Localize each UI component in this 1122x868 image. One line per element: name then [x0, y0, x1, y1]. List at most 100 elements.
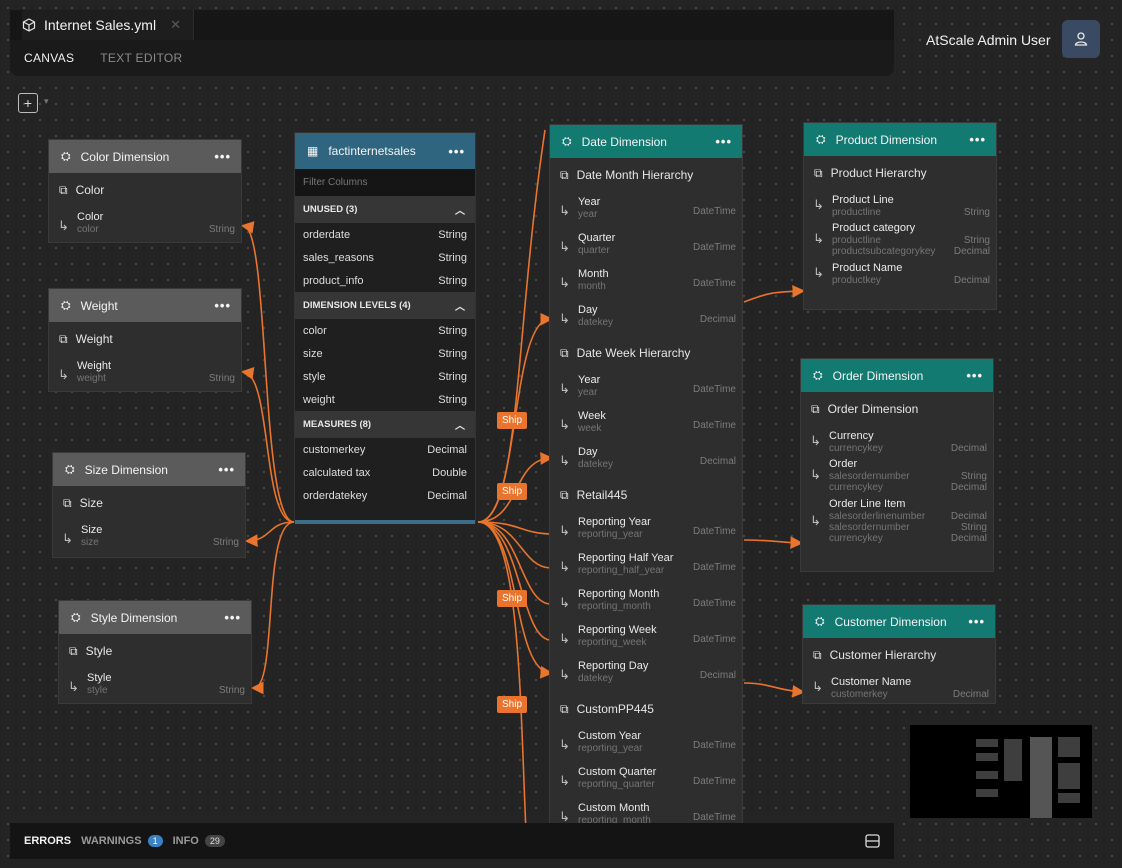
- more-icon[interactable]: •••: [224, 610, 241, 625]
- dimension-icon: ⛭: [562, 134, 572, 148]
- section-measures[interactable]: MEASURES (8) ︿: [295, 411, 475, 438]
- more-icon[interactable]: •••: [448, 144, 465, 159]
- ship-role-label[interactable]: Ship: [497, 696, 528, 713]
- column-row[interactable]: sales_reasons String: [295, 246, 475, 269]
- hierarchy-row[interactable]: ⧉ Date Week Hierarchy: [550, 336, 742, 370]
- hierarchy-row[interactable]: ⧉ Weight: [49, 322, 241, 356]
- level-row[interactable]: ↳ Week week DateTime: [550, 406, 742, 442]
- date-dimension-card[interactable]: ⛭ Date Dimension ••• ⧉ Date Month Hierarc…: [549, 124, 743, 824]
- card-header[interactable]: ⛭ Product Dimension •••: [804, 123, 996, 156]
- hierarchy-row[interactable]: ⧉ Style: [59, 634, 251, 668]
- column-row[interactable]: customerkey Decimal: [295, 438, 475, 461]
- level-row[interactable]: ↳ Product Line productline String: [804, 190, 996, 218]
- column-row[interactable]: weight String: [295, 388, 475, 411]
- hierarchy-row[interactable]: ⧉ Product Hierarchy: [804, 156, 996, 190]
- add-button[interactable]: +: [18, 93, 38, 113]
- level-row[interactable]: ↳ Day datekey Decimal: [550, 300, 742, 336]
- level-row[interactable]: ↳ Reporting Week reporting_week DateTime: [550, 620, 742, 656]
- level-row[interactable]: ↳ Order salesordernumber String currencykey D…: [801, 454, 993, 494]
- level-type: String: [218, 685, 245, 696]
- level-row[interactable]: ↳ Product category productline String produc…: [804, 218, 996, 258]
- level-row[interactable]: ↳ Day datekey Decimal: [550, 442, 742, 478]
- hierarchy-row[interactable]: ⧉ Date Month Hierarchy: [550, 158, 742, 192]
- level-row[interactable]: ↳ Size size String: [53, 520, 245, 556]
- column-row[interactable]: orderdatekey Decimal: [295, 484, 475, 507]
- color-dimension-card[interactable]: ⛭ Color Dimension ••• ⧉ Color ↳ Color col…: [48, 139, 242, 243]
- level-row[interactable]: ↳ Weight weight String: [49, 356, 241, 392]
- fact-table-card[interactable]: ▦ factinternetsales ••• Filter Columns U…: [294, 132, 476, 524]
- column-row[interactable]: color String: [295, 319, 475, 342]
- dimension-icon: ⛭: [61, 149, 71, 163]
- level-row[interactable]: ↳ Custom Quarter reporting_quarter DateTime: [550, 762, 742, 798]
- hierarchy-row[interactable]: ⧉ Retail445: [550, 478, 742, 512]
- level-column: style: [87, 685, 108, 696]
- hierarchy-row[interactable]: ⧉ Customer Hierarchy: [803, 638, 995, 672]
- info-tab[interactable]: INFO: [173, 835, 199, 847]
- level-row[interactable]: ↳ Year year DateTime: [550, 370, 742, 406]
- ship-role-label[interactable]: Ship: [497, 483, 528, 500]
- ship-role-label[interactable]: Ship: [497, 412, 528, 429]
- level-row[interactable]: ↳ Custom Year reporting_year DateTime: [550, 726, 742, 762]
- column-row[interactable]: calculated tax Double: [295, 461, 475, 484]
- order-dimension-card[interactable]: ⛭ Order Dimension ••• ⧉ Order Dimension ↳ C…: [800, 358, 994, 572]
- errors-tab[interactable]: ERRORS: [24, 835, 71, 847]
- more-icon[interactable]: •••: [214, 298, 231, 313]
- add-caret-icon[interactable]: ▾: [44, 96, 49, 107]
- style-dimension-card[interactable]: ⛭ Style Dimension ••• ⧉ Style ↳ Style sty…: [58, 600, 252, 704]
- level-row[interactable]: ↳ Product Name productkey Decimal: [804, 258, 996, 286]
- more-icon[interactable]: •••: [715, 134, 732, 149]
- level-row[interactable]: ↳ Reporting Month reporting_month DateTime: [550, 584, 742, 620]
- level-row[interactable]: ↳ Quarter quarter DateTime: [550, 228, 742, 264]
- level-row[interactable]: ↳ Currency currencykey Decimal: [801, 426, 993, 454]
- level-row[interactable]: ↳ Custom Month reporting_month DateTime: [550, 798, 742, 823]
- column-row[interactable]: product_info String: [295, 269, 475, 292]
- customer-dimension-card[interactable]: ⛭ Customer Dimension ••• ⧉ Customer Hiera…: [802, 604, 996, 704]
- hierarchy-row[interactable]: ⧉ CustomPP445: [550, 692, 742, 726]
- level-row[interactable]: ↳ Reporting Day datekey Decimal: [550, 656, 742, 692]
- level-row[interactable]: ↳ Reporting Year reporting_year DateTime: [550, 512, 742, 548]
- level-row[interactable]: ↳ Order Line Item salesorderlinenumber Deci…: [801, 494, 993, 546]
- column-row[interactable]: style String: [295, 365, 475, 388]
- product-dimension-card[interactable]: ⛭ Product Dimension ••• ⧉ Product Hierarc…: [803, 122, 997, 310]
- user-avatar-button[interactable]: [1062, 20, 1100, 58]
- card-header[interactable]: ⛭ Customer Dimension •••: [803, 605, 995, 638]
- more-icon[interactable]: •••: [969, 132, 986, 147]
- more-icon[interactable]: •••: [218, 462, 235, 477]
- more-icon[interactable]: •••: [966, 368, 983, 383]
- column-row[interactable]: orderdate String: [295, 223, 475, 246]
- card-header[interactable]: ⛭ Date Dimension •••: [550, 125, 742, 158]
- close-icon[interactable]: ✕: [170, 17, 181, 33]
- level-row[interactable]: ↳ Style style String: [59, 668, 251, 704]
- hierarchy-row[interactable]: ⧉ Order Dimension: [801, 392, 993, 426]
- more-icon[interactable]: •••: [214, 149, 231, 164]
- weight-dimension-card[interactable]: ⛭ Weight ••• ⧉ Weight ↳ Weight weight Str…: [48, 288, 242, 392]
- level-row[interactable]: ↳ Month month DateTime: [550, 264, 742, 300]
- level-row[interactable]: ↳ Color color String: [49, 207, 241, 243]
- card-header[interactable]: ⛭ Order Dimension •••: [801, 359, 993, 392]
- tab-text-editor[interactable]: TEXT EDITOR: [100, 51, 182, 65]
- section-dimension-levels[interactable]: DIMENSION LEVELS (4) ︿: [295, 292, 475, 319]
- card-header[interactable]: ⛭ Weight •••: [49, 289, 241, 322]
- size-dimension-card[interactable]: ⛭ Size Dimension ••• ⧉ Size ↳ Size size S…: [52, 452, 246, 558]
- filter-columns-input[interactable]: Filter Columns: [295, 169, 475, 196]
- minimap[interactable]: [910, 725, 1092, 818]
- hierarchy-row[interactable]: ⧉ Color: [49, 173, 241, 207]
- panel-icon[interactable]: [865, 834, 880, 848]
- level-row[interactable]: ↳ Year year DateTime: [550, 192, 742, 228]
- fact-table-header[interactable]: ▦ factinternetsales •••: [295, 133, 475, 169]
- warnings-tab[interactable]: WARNINGS: [81, 835, 142, 847]
- level-row[interactable]: ↳ Reporting Half Year reporting_half_year D…: [550, 548, 742, 584]
- card-header[interactable]: ⛭ Color Dimension •••: [49, 140, 241, 173]
- file-tab[interactable]: Internet Sales.yml ✕: [22, 10, 194, 40]
- ship-role-label[interactable]: Ship: [497, 590, 528, 607]
- hierarchy-label: Retail445: [576, 488, 628, 502]
- column-row[interactable]: size String: [295, 342, 475, 365]
- level-row[interactable]: ↳ Customer Name customerkey Decimal: [803, 672, 995, 700]
- card-header[interactable]: ⛭ Style Dimension •••: [59, 601, 251, 634]
- hierarchy-row[interactable]: ⧉ Size: [53, 486, 245, 520]
- fact-connector-bar[interactable]: [295, 520, 475, 524]
- section-unused[interactable]: UNUSED (3) ︿: [295, 196, 475, 223]
- tab-canvas[interactable]: CANVAS: [24, 51, 74, 65]
- more-icon[interactable]: •••: [968, 614, 985, 629]
- card-header[interactable]: ⛭ Size Dimension •••: [53, 453, 245, 486]
